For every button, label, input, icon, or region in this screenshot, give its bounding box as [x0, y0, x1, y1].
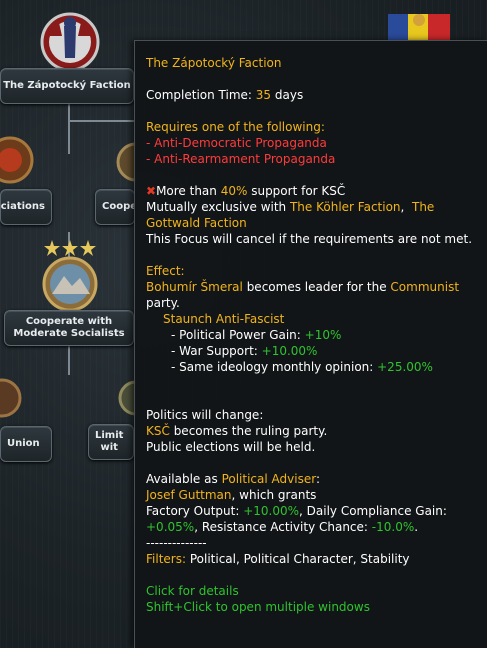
- exclusive-label: Mutually exclusive with: [146, 200, 290, 214]
- requirement-item: - Anti-Rearmament Propaganda: [146, 152, 336, 166]
- adviser-colon: :: [315, 472, 320, 486]
- modifier-value: +0.05%: [146, 520, 195, 534]
- support-label: More than: [156, 184, 221, 198]
- cancel-note: This Focus will cancel if the requiremen…: [146, 232, 473, 246]
- modifier-end: .: [414, 520, 419, 534]
- trait-value: +10%: [304, 328, 342, 342]
- adviser-modifiers: Factory Output: +10.00%, Daily Complianc…: [146, 503, 477, 519]
- focus-label: Limit wit: [95, 430, 124, 453]
- tree-connector: [68, 120, 134, 122]
- adviser-label: Available as: [146, 472, 222, 486]
- completion-label: Completion Time:: [146, 88, 256, 102]
- ruling-text: becomes the ruling party.: [169, 424, 328, 438]
- focus-limit[interactable]: Limit wit: [88, 424, 134, 460]
- adviser-role: Political Adviser: [221, 472, 316, 486]
- focus-label: Cooperate with Moderate Socialists: [13, 316, 125, 339]
- trait-name: Staunch Anti-Fascist: [163, 312, 285, 326]
- focus-label: The Zápotocký Faction: [3, 80, 131, 91]
- mountain-emblem-icon[interactable]: [34, 256, 106, 312]
- trait-value: +25.00%: [377, 360, 433, 374]
- focus-associations[interactable]: ociations: [0, 189, 52, 225]
- adviser-line: Available as Political Adviser:: [146, 471, 477, 487]
- focus-tooltip: The Zápotocký Faction Completion Time: 3…: [134, 40, 487, 648]
- ruling-party: KSČ: [146, 424, 170, 438]
- support-value: 40%: [220, 184, 248, 198]
- separator: --------------: [146, 536, 207, 550]
- support-requirement: ✖More than 40% support for KSČ: [146, 183, 477, 199]
- requirement-item: - Anti-Democratic Propaganda: [146, 136, 327, 150]
- trait-label: - Same ideology monthly opinion:: [171, 360, 378, 374]
- mutually-exclusive: Mutually exclusive with The Köhler Facti…: [146, 199, 477, 231]
- trait-label: - Political Power Gain:: [171, 328, 305, 342]
- adviser-grants: , which grants: [231, 488, 317, 502]
- completion-unit: days: [271, 88, 304, 102]
- medal-icon[interactable]: [0, 132, 40, 188]
- leader-effect-end: party.: [146, 296, 180, 310]
- click-details-hint: Click for details: [146, 584, 239, 598]
- flag-emblem-icon[interactable]: [384, 0, 454, 40]
- filters-value: Political, Political Character, Stabilit…: [186, 552, 410, 566]
- focus-cooperate-moderate-socialists[interactable]: Cooperate with Moderate Socialists: [4, 310, 134, 346]
- focus-zapotocky-faction[interactable]: The Zápotocký Faction: [0, 68, 134, 104]
- tree-connector: [68, 345, 70, 375]
- trait-label: - War Support:: [171, 344, 262, 358]
- leader-text: becomes leader for the: [242, 280, 391, 294]
- tree-connector: [68, 104, 70, 154]
- adviser-name-line: Josef Guttman, which grants: [146, 487, 477, 503]
- trait-line: - Same ideology monthly opinion: +25.00%: [146, 359, 477, 375]
- adviser-modifiers: +0.05%, Resistance Activity Chance: -10.…: [146, 519, 477, 535]
- requires-header: Requires one of the following:: [146, 120, 325, 134]
- shift-click-hint: Shift+Click to open multiple windows: [146, 600, 370, 614]
- filters-label: Filters:: [146, 552, 187, 566]
- elections-line: Public elections will be held.: [146, 440, 316, 454]
- modifier-value: -10.0%: [371, 520, 415, 534]
- handshake-icon[interactable]: [112, 136, 136, 188]
- leader-effect: Bohumír Šmeral becomes leader for the Co…: [146, 279, 477, 295]
- trait-line: - War Support: +10.00%: [146, 343, 477, 359]
- trait-value: +10.00%: [261, 344, 318, 358]
- focus-label: ociations: [0, 201, 45, 212]
- modifier-label: , Daily Compliance Gain:: [299, 504, 447, 518]
- politics-change: Politics will change:: [146, 408, 264, 422]
- effect-header: Effect:: [146, 264, 185, 278]
- focus-union[interactable]: Union: [0, 426, 52, 462]
- modifier-label: , Resistance Activity Chance:: [194, 520, 372, 534]
- ruling-party-line: KSČ becomes the ruling party.: [146, 423, 477, 439]
- focus-label: Union: [7, 438, 40, 449]
- cross-icon: ✖: [146, 184, 157, 198]
- filters-line: Filters: Political, Political Character,…: [146, 551, 477, 567]
- support-party: support for KSČ: [247, 184, 346, 198]
- modifier-value: +10.00%: [243, 504, 300, 518]
- exclusive-focus: The Köhler Faction: [289, 200, 401, 214]
- leader-party: Communist: [390, 280, 460, 294]
- adviser-name: Josef Guttman: [146, 488, 232, 502]
- completion-value: 35: [255, 88, 272, 102]
- fist-icon[interactable]: [0, 372, 22, 424]
- trait-line: - Political Power Gain: +10%: [146, 327, 477, 343]
- exclusive-separator: ,: [400, 200, 412, 214]
- completion-time: Completion Time: 35 days: [146, 87, 477, 103]
- leader-name: Bohumír Šmeral: [146, 280, 243, 294]
- focus-label: Coope: [102, 201, 135, 212]
- faction-emblem-icon[interactable]: [28, 6, 112, 72]
- modifier-label: Factory Output:: [146, 504, 244, 518]
- focus-coope[interactable]: Coope: [95, 189, 135, 225]
- stars-icon: [44, 240, 96, 256]
- tooltip-title: The Zápotocký Faction: [146, 56, 282, 70]
